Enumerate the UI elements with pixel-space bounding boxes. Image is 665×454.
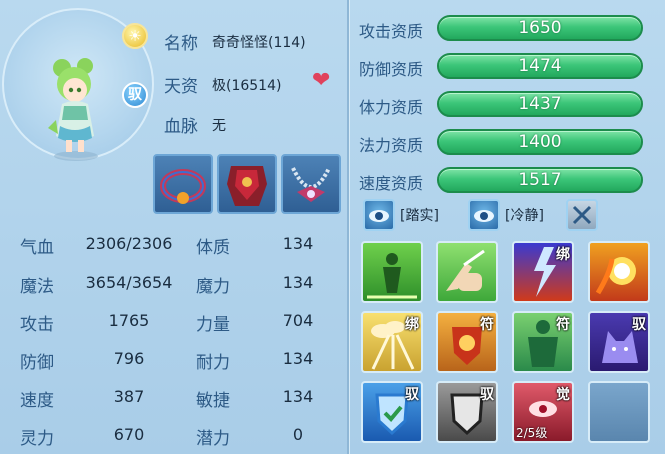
skill-level-11: 2/5级: [516, 426, 548, 440]
skill-slot-9[interactable]: 驭: [361, 381, 423, 443]
aptitude-bar-stamina: 1437: [437, 91, 643, 117]
stat-value-agility: 134: [282, 387, 314, 406]
equipment-slot-collar[interactable]: [153, 154, 213, 214]
stat-value-constitution: 134: [282, 234, 314, 253]
talent-value: 极(16514): [212, 78, 282, 94]
trait-icon-empty[interactable]: [566, 199, 598, 231]
skill-tag-7: 符: [556, 317, 570, 333]
skill-slot-6[interactable]: 符: [436, 311, 498, 373]
stat-label-hp: 气血: [20, 238, 54, 258]
skill-slot-3[interactable]: 绑: [512, 241, 574, 303]
stat-label-potential: 潜力: [196, 429, 230, 449]
collar-equipment-icon: [160, 169, 206, 204]
name-label: 名称: [164, 34, 198, 54]
empty-skill-slot[interactable]: [588, 381, 650, 443]
stat-label-spirit: 灵力: [20, 429, 54, 449]
aptitude-value-defense: 1474: [518, 56, 562, 76]
stat-label-endurance: 耐力: [196, 353, 230, 373]
stat-value-speed: 387: [113, 387, 145, 406]
trait-label-steady: [踏实]: [400, 208, 439, 224]
aptitude-bar-attack: 1650: [437, 15, 643, 41]
stat-value-defense: 796: [113, 349, 145, 368]
heart-icon[interactable]: ❤: [312, 70, 330, 92]
stat-value-hp: 2306/2306: [85, 234, 173, 253]
stat-label-magic: 魔力: [196, 277, 230, 297]
skill-slot-2[interactable]: [436, 241, 498, 303]
skill-slot-5[interactable]: 绑: [361, 311, 423, 373]
aptitude-value-attack: 1650: [518, 18, 562, 38]
stat-value-strength: 704: [282, 311, 314, 330]
stat-value-endurance: 134: [282, 349, 314, 368]
stat-label-attack: 攻击: [20, 315, 54, 335]
equipment-slot-armor[interactable]: [217, 154, 277, 214]
skill-slot-7[interactable]: 符: [512, 311, 574, 373]
name-value: 奇奇怪怪(114): [212, 35, 306, 51]
stat-value-potential: 0: [292, 425, 304, 444]
stat-label-speed: 速度: [20, 391, 54, 411]
crossed-arrows-icon: [572, 205, 592, 225]
stat-value-mp: 3654/3654: [85, 273, 173, 292]
skill-tag-8: 驭: [632, 317, 646, 333]
trait-label-calm: [冷静]: [505, 208, 544, 224]
skill-slot-1[interactable]: [361, 241, 423, 303]
bloodline-value: 无: [212, 118, 226, 134]
eye-trait-icon: [474, 210, 494, 222]
eye-trait-icon: [369, 210, 389, 222]
column-divider: [347, 0, 349, 454]
aptitude-label-stamina: 体力资质: [359, 98, 424, 117]
trait-icon-steady[interactable]: [363, 199, 395, 231]
skill-tag-5: 绑: [405, 317, 419, 333]
fireball-skill-icon: [595, 257, 636, 295]
stat-value-attack: 1765: [108, 311, 150, 330]
skill-tag-6: 符: [480, 317, 494, 333]
aptitude-bar-speed: 1517: [437, 167, 643, 193]
aptitude-bar-mana: 1400: [437, 129, 643, 155]
armor-equipment-icon: [227, 166, 267, 206]
skill-slot-4[interactable]: [588, 241, 650, 303]
aptitude-label-attack: 攻击资质: [359, 22, 424, 41]
stat-label-agility: 敏捷: [196, 391, 230, 411]
skill-slot-8[interactable]: 驭: [588, 311, 650, 373]
sun-badge-icon: ☀: [122, 23, 148, 49]
equipment-slot-necklace[interactable]: [281, 154, 341, 214]
stat-label-defense: 防御: [20, 353, 54, 373]
skill-tag-3: 绑: [556, 247, 570, 263]
pointing-hand-skill-icon: [446, 249, 485, 291]
bloodline-label: 血脉: [164, 117, 198, 137]
talent-label: 天资: [164, 77, 198, 97]
aptitude-label-speed: 速度资质: [359, 174, 424, 193]
ride-badge: 驭: [122, 82, 148, 108]
skill-tag-9: 驭: [405, 387, 419, 403]
aptitude-label-mana: 法力资质: [359, 136, 424, 155]
aptitude-value-mana: 1400: [518, 132, 562, 152]
aptitude-value-speed: 1517: [518, 170, 562, 190]
aptitude-label-defense: 防御资质: [359, 60, 424, 79]
green-figure-skill-icon: [367, 253, 417, 299]
skill-slot-10[interactable]: 驭: [436, 381, 498, 443]
aptitude-bar-defense: 1474: [437, 53, 643, 79]
aptitude-value-stamina: 1437: [518, 94, 562, 114]
skill-tag-11: 觉: [556, 387, 570, 403]
stat-label-constitution: 体质: [196, 238, 230, 258]
necklace-equipment-icon: [291, 167, 331, 202]
stat-value-magic: 134: [282, 273, 314, 292]
skill-tag-10: 驭: [480, 387, 494, 403]
stat-label-strength: 力量: [196, 315, 230, 335]
stat-label-mp: 魔法: [20, 277, 54, 297]
skill-slot-11[interactable]: 觉 2/5级: [512, 381, 574, 443]
pet-detail-panel: ☀ 驭 名称 奇奇怪怪(114) 天资 极(16514) ❤ 血脉 无 气血 2…: [0, 0, 665, 454]
stat-value-spirit: 670: [113, 425, 145, 444]
pet-portrait-icon: [48, 58, 98, 161]
trait-icon-calm[interactable]: [468, 199, 500, 231]
